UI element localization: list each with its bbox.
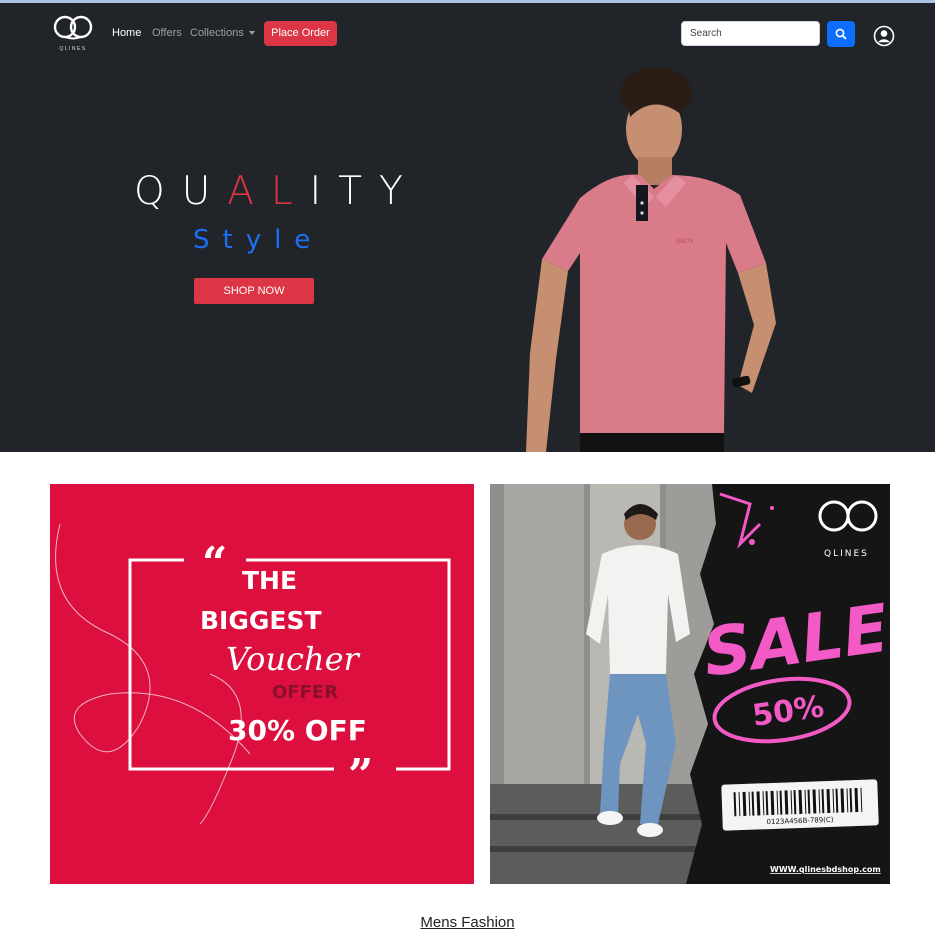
quality-part-1: QU — [134, 169, 228, 214]
user-account-button[interactable] — [873, 25, 895, 47]
quality-part-2-accent: AL — [227, 169, 310, 214]
search-button[interactable] — [827, 21, 855, 47]
mens-fashion-section-title: Mens Fashion — [0, 914, 935, 931]
search-input[interactable] — [681, 21, 820, 46]
voucher-script-text: Voucher — [226, 640, 359, 678]
voucher-biggest-text: BIGGEST — [200, 606, 322, 635]
voucher-discount-text: 30% OFF — [228, 714, 367, 747]
nav-collections-label: Collections — [190, 27, 244, 39]
sale-banner[interactable]: QLINES SALE 50% 0123A456B-789(C) WWW.qli… — [490, 484, 890, 884]
chevron-down-icon — [248, 31, 255, 36]
sale-website-text: WWW.qlinesbdshop.com — [770, 865, 881, 874]
nav-offers-link[interactable]: Offers — [152, 27, 182, 39]
hero-quality-heading: QUALITY — [134, 169, 420, 214]
brand-logo[interactable]: QLINES — [53, 13, 93, 57]
voucher-offer-banner[interactable]: “ ” THE BIGGEST Voucher OFFER 30% OFF — [50, 484, 474, 884]
hero-section: QLINES Home Offers Collections Place Ord… — [0, 3, 935, 452]
sale-banner-image: QLINES SALE 50% 0123A456B-789(C) WWW.qli… — [490, 484, 890, 884]
shop-now-button[interactable]: SHOP NOW — [194, 278, 314, 304]
shirt-logo-text: GBOS — [676, 238, 693, 245]
voucher-the-text: THE — [242, 566, 298, 595]
user-circle-icon — [873, 25, 895, 47]
open-quote-icon: “ — [202, 538, 228, 589]
nav-collections-dropdown[interactable]: Collections — [190, 27, 255, 39]
brand-name: QLINES — [59, 46, 87, 52]
mens-fashion-link[interactable]: Mens Fashion — [420, 914, 514, 931]
search-icon — [835, 28, 847, 40]
place-order-button[interactable]: Place Order — [264, 21, 337, 46]
sale-brand-text: QLINES — [824, 549, 869, 559]
quality-part-3: ITY — [309, 169, 420, 214]
voucher-offer-text: OFFER — [272, 682, 339, 703]
hero-model-image: GBOS — [526, 67, 776, 452]
nav-home-link[interactable]: Home — [112, 27, 141, 39]
close-quote-icon: ” — [348, 750, 374, 801]
qlines-logo-icon — [53, 15, 93, 40]
hero-style-subheading: Style — [193, 225, 324, 255]
